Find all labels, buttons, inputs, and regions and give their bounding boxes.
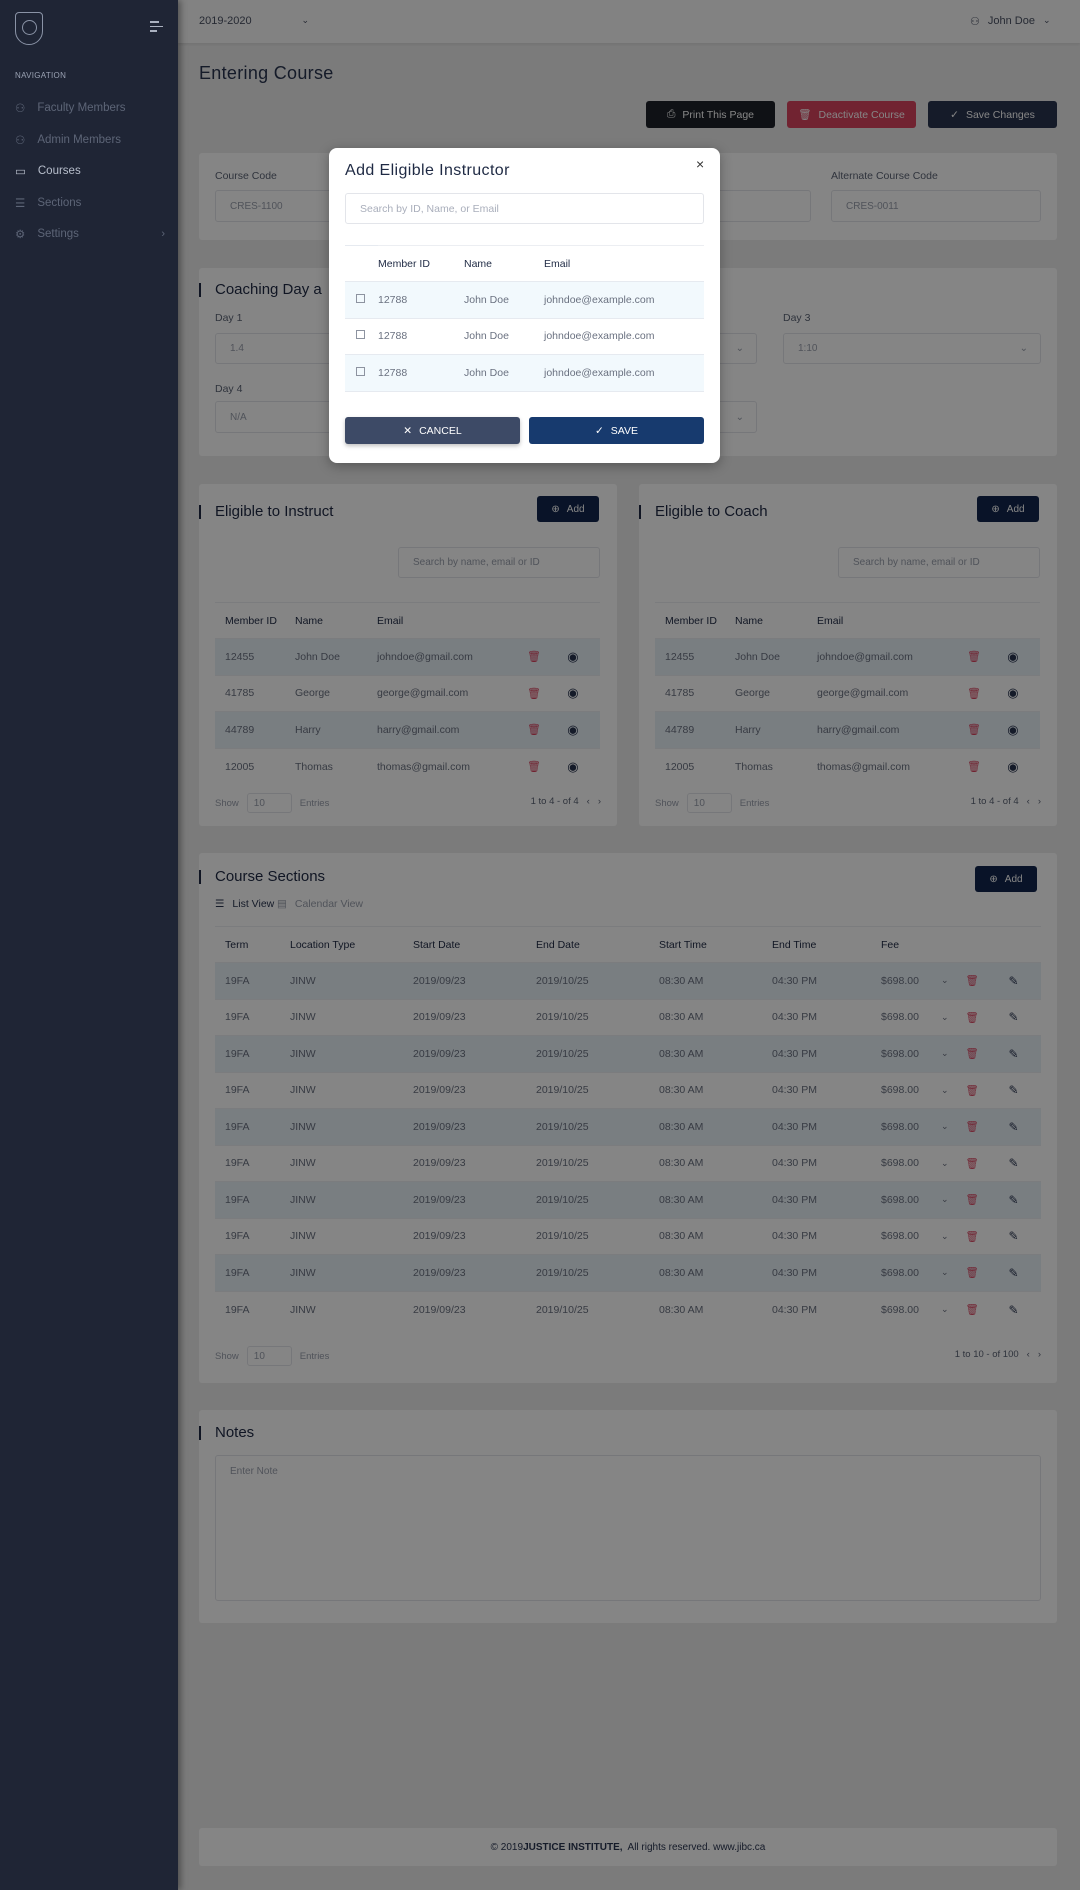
- member-email: johndoe@example.com: [544, 281, 704, 319]
- sidebar: NAVIGATION ⚇ Faculty Members ⚇ Admin Member…: [0, 0, 178, 1890]
- row-checkbox[interactable]: [356, 366, 365, 376]
- member-name: John Doe: [464, 354, 544, 392]
- member-email: johndoe@example.com: [544, 318, 704, 355]
- table-row[interactable]: 12788 John Doe johndoe@example.com: [345, 318, 704, 355]
- nav-heading: NAVIGATION: [15, 71, 67, 80]
- column-header: Email: [544, 245, 704, 282]
- row-checkbox[interactable]: [356, 330, 365, 340]
- row-checkbox[interactable]: [356, 293, 365, 303]
- sidebar-item-label: Settings: [37, 228, 79, 240]
- sidebar-item-faculty-members[interactable]: ⚇ Faculty Members: [15, 101, 165, 115]
- close-icon[interactable]: ×: [696, 156, 704, 172]
- close-icon: ✕: [403, 424, 413, 437]
- sidebar-item-label: Admin Members: [37, 133, 122, 146]
- cancel-label: CANCEL: [419, 424, 462, 437]
- save-label: SAVE: [610, 424, 639, 437]
- modal-search-input[interactable]: Search by ID, Name, or Email: [345, 193, 704, 224]
- table-row[interactable]: 12788 John Doe johndoe@example.com: [345, 281, 704, 319]
- table-header: Member ID Name Email: [345, 245, 704, 282]
- sections-icon: ☰: [15, 197, 26, 210]
- sidebar-item-admin-members[interactable]: ⚇ Admin Members: [15, 133, 165, 147]
- member-name: John Doe: [464, 281, 544, 319]
- member-name: John Doe: [464, 318, 544, 355]
- gear-icon: ⚙: [15, 229, 26, 241]
- logo: [15, 12, 43, 45]
- sidebar-item-label: Sections: [37, 196, 82, 209]
- sidebar-item-settings[interactable]: ⚙ Settings ›: [15, 227, 165, 241]
- modal-table: Member ID Name Email 12788 John Doe johndoe@e…: [345, 245, 704, 392]
- chevron-right-icon: ›: [161, 228, 165, 240]
- sidebar-item-sections[interactable]: ☰ Sections: [15, 196, 165, 210]
- check-icon: ✓: [594, 424, 604, 437]
- user-icon: ⚇: [15, 103, 26, 115]
- menu-toggle-icon[interactable]: [150, 21, 163, 35]
- sidebar-item-label: Courses: [37, 165, 81, 177]
- modal-title: Add Eligible Instructor: [345, 162, 510, 179]
- column-header: Member ID: [378, 245, 464, 282]
- add-eligible-instructor-modal: Add Eligible Instructor × Search by ID, …: [329, 148, 720, 463]
- sidebar-item-label: Faculty Members: [37, 102, 126, 114]
- member-id: 12788: [378, 354, 464, 392]
- save-button[interactable]: ✓ SAVE: [529, 417, 704, 444]
- member-email: johndoe@example.com: [544, 354, 704, 392]
- member-id: 12788: [378, 318, 464, 355]
- book-icon: ▭: [15, 166, 26, 178]
- cancel-button[interactable]: ✕ CANCEL: [345, 417, 520, 444]
- member-id: 12788: [378, 281, 464, 319]
- user-icon: ⚇: [15, 134, 26, 147]
- table-row[interactable]: 12788 John Doe johndoe@example.com: [345, 354, 704, 392]
- sidebar-item-courses[interactable]: ▭ Courses: [15, 164, 165, 178]
- column-header: Name: [464, 245, 544, 282]
